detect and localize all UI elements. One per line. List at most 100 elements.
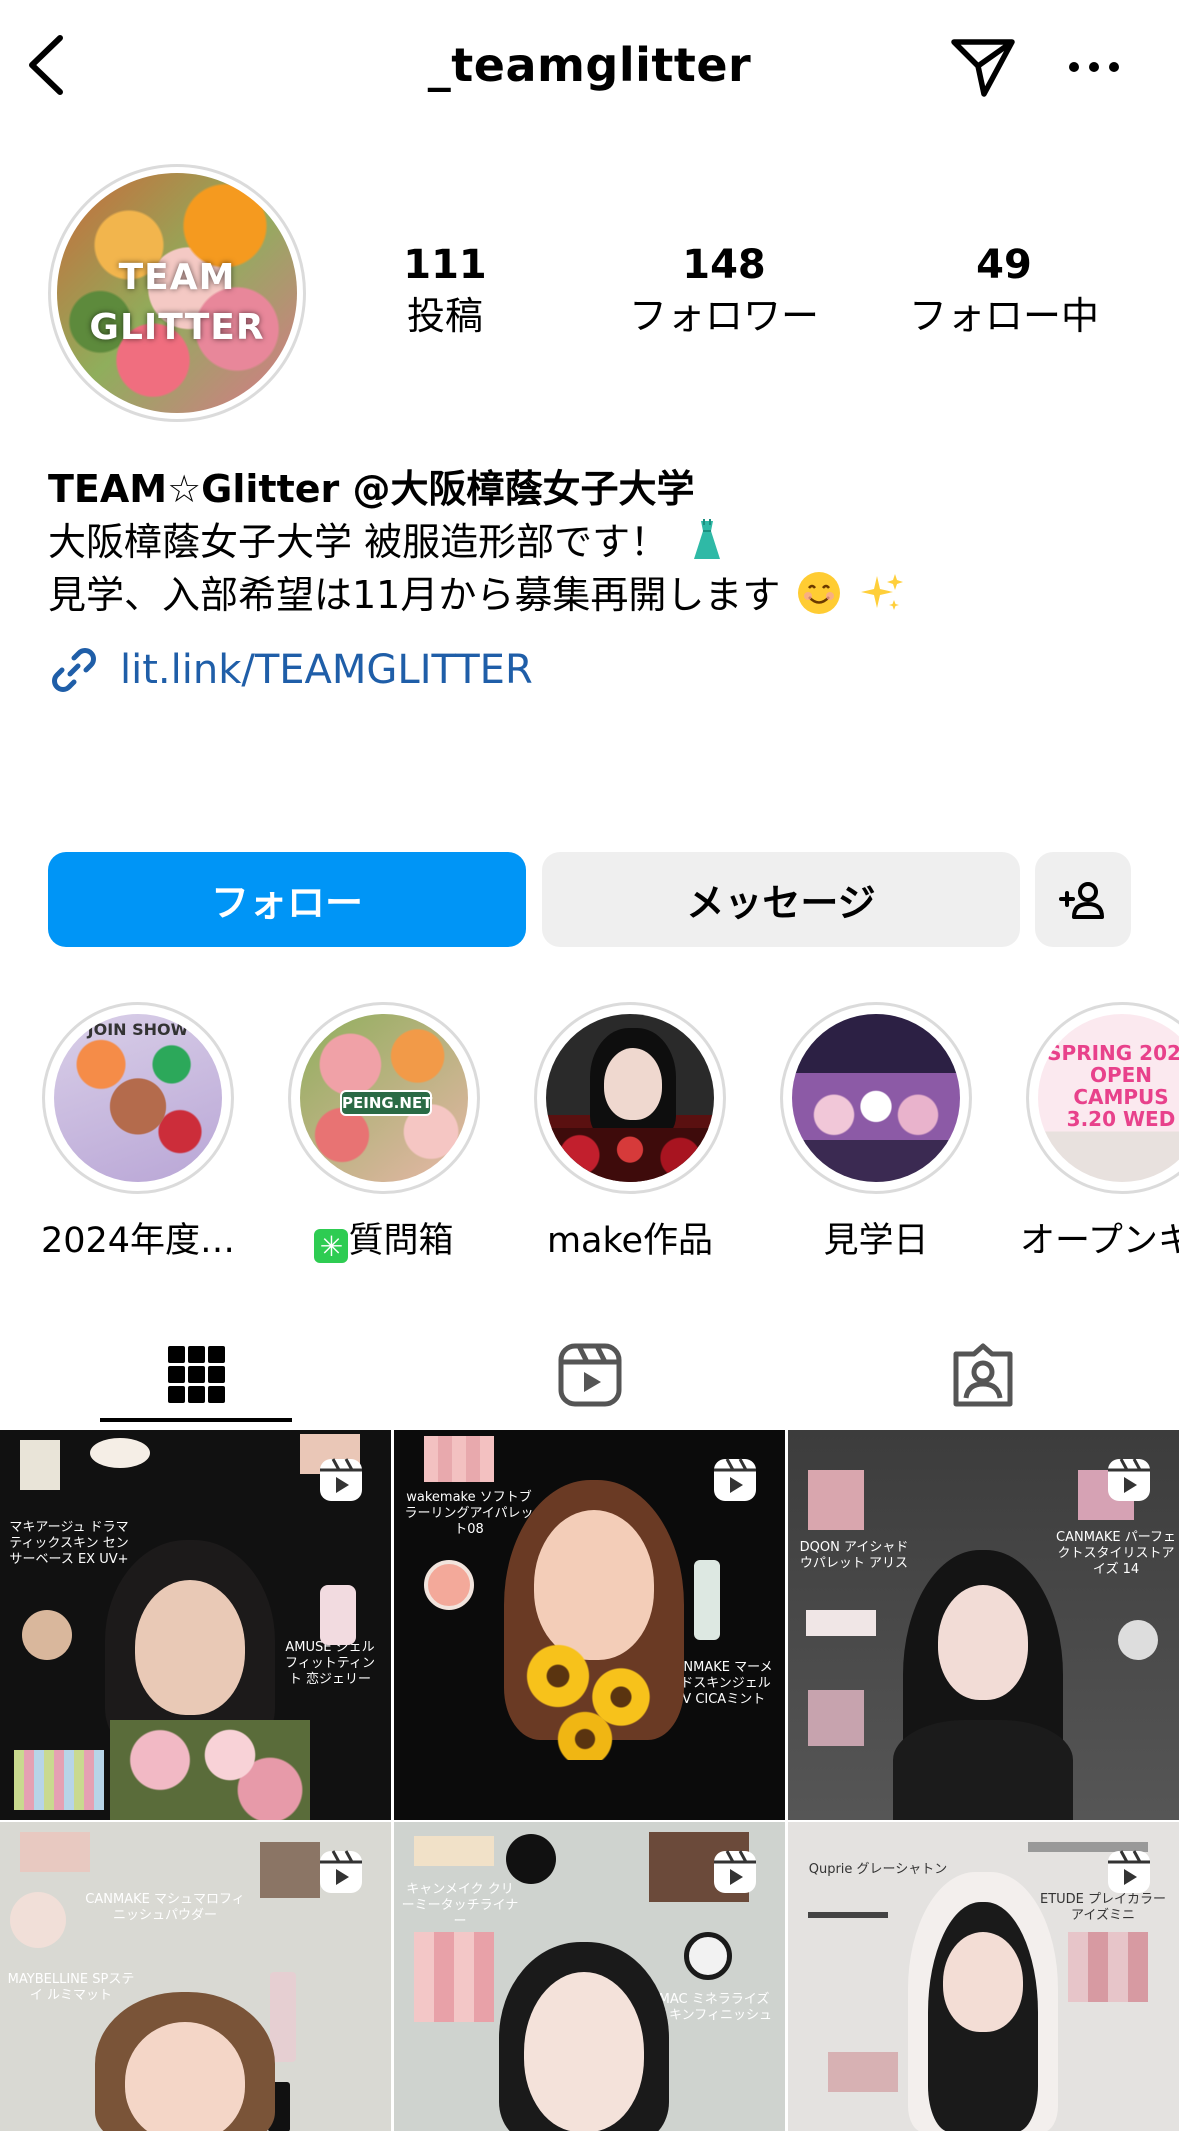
highlight-ring bbox=[534, 1002, 726, 1194]
post-overlay-text: wakemake ソフトブラーリングアイパレット08 bbox=[404, 1490, 534, 1537]
grid-post[interactable]: CANMAKE マシュマロフィニッシュパウダー MAYBELLINE SPステイ… bbox=[0, 1822, 391, 2131]
reel-badge-icon bbox=[320, 1458, 362, 1501]
bio-line-1: 大阪樟蔭女子大学 被服造形部です！ bbox=[48, 515, 730, 569]
highlight-label: オープンキ bbox=[1020, 1221, 1179, 1261]
more-options-button[interactable] bbox=[1064, 40, 1124, 90]
follow-button[interactable]: フォロー bbox=[48, 852, 526, 947]
posts-count[interactable]: 111 投稿 bbox=[325, 240, 565, 342]
post-overlay-text: マキアージュ ドラマティックスキン センサーベース EX UV+ bbox=[9, 1520, 129, 1567]
grid-post[interactable]: DQON アイシャドウパレット アリス CANMAKE パーフェクトスタイリスト… bbox=[788, 1430, 1179, 1820]
bio-text: 見学、入部希望は11月から募集再開します bbox=[48, 573, 781, 617]
reels-icon bbox=[558, 1343, 621, 1407]
highlight-question-box[interactable]: PEING.NET ✳ 質問箱 bbox=[284, 1002, 484, 1263]
profile-avatar[interactable]: TEAM GLITTER bbox=[48, 164, 306, 422]
post-overlay-text: キャンメイク クリーミータッチライナー bbox=[401, 1882, 519, 1929]
post-product-swatch bbox=[684, 1932, 732, 1980]
highlight-label-text: 質問箱 bbox=[348, 1221, 454, 1261]
highlight-label: 見学日 bbox=[823, 1221, 929, 1261]
cover-flowers bbox=[546, 1128, 714, 1182]
post-product-swatch bbox=[90, 1438, 150, 1468]
post-person-face bbox=[938, 1585, 1028, 1700]
reel-badge-icon bbox=[714, 1458, 756, 1501]
post-person-face bbox=[125, 2022, 245, 2131]
grid-icon bbox=[167, 1346, 225, 1403]
stat-value: 49 bbox=[976, 242, 1032, 288]
post-product-swatch bbox=[808, 1470, 864, 1530]
post-product-swatch bbox=[260, 1842, 320, 1898]
send-message-button[interactable] bbox=[948, 32, 1018, 102]
post-product-swatch bbox=[424, 1560, 474, 1610]
grid-post[interactable]: wakemake ソフトブラーリングアイパレット08 CANMAKE マーメイド… bbox=[394, 1430, 785, 1820]
highlight-open-campus[interactable]: SPRING 2024 OPEN CAMPUS 3.20 WED オープンキ bbox=[1020, 1002, 1179, 1263]
post-product-swatch bbox=[320, 1585, 356, 1645]
dress-emoji-icon bbox=[694, 519, 721, 559]
highlight-label: 2024年度… bbox=[40, 1221, 236, 1261]
ellipsis-icon bbox=[1069, 62, 1119, 72]
bio-line-2: 見学、入部希望は11月から募集再開します bbox=[48, 568, 905, 622]
post-overlay-text: DQON アイシャドウパレット アリス bbox=[799, 1540, 909, 1571]
post-product-swatch bbox=[20, 1832, 90, 1872]
grid-post[interactable]: Quprie グレーシャトン ETUDE プレイカラーアイズミニ bbox=[788, 1822, 1179, 2131]
highlight-ring bbox=[780, 1002, 972, 1194]
post-overlay-text: MAC ミネラライズ スキンフィニッシュ bbox=[656, 1992, 772, 2023]
post-product-swatch bbox=[806, 1610, 876, 1636]
stat-value: 148 bbox=[682, 242, 766, 288]
highlight-cover-caption: SPRING 2024 OPEN CAMPUS 3.20 WED bbox=[1047, 1041, 1179, 1131]
post-person-face bbox=[943, 1932, 1023, 2032]
avatar-image: TEAM GLITTER bbox=[57, 173, 297, 413]
cover-face bbox=[604, 1048, 662, 1120]
highlight-cover: JOIN SHOW bbox=[54, 1014, 222, 1182]
stat-label: フォロワー bbox=[628, 294, 819, 338]
reel-badge-icon bbox=[320, 1850, 362, 1893]
post-product-swatch bbox=[506, 1834, 556, 1884]
suggested-users-button[interactable] bbox=[1035, 852, 1131, 947]
highlight-visit-day[interactable]: 見学日 bbox=[776, 1002, 976, 1263]
post-overlay-text: CANMAKE マシュマロフィニッシュパウダー bbox=[85, 1892, 245, 1923]
highlight-ring: SPRING 2024 OPEN CAMPUS 3.20 WED bbox=[1026, 1002, 1179, 1194]
top-bar: _teamglitter bbox=[0, 0, 1179, 130]
highlight-cover-caption: JOIN SHOW bbox=[87, 1020, 189, 1039]
post-product-swatch bbox=[1068, 1932, 1148, 2002]
followers-count[interactable]: 148 フォロワー bbox=[604, 240, 844, 342]
post-overlay-text: AMUSE ジェルフィットティント 恋ジェリー bbox=[285, 1640, 375, 1687]
post-product-swatch bbox=[10, 1892, 66, 1948]
reel-badge-icon bbox=[1108, 1458, 1150, 1501]
post-product-swatch bbox=[414, 1836, 494, 1866]
link-icon bbox=[52, 648, 96, 692]
post-overlay-text: CANMAKE パーフェクトスタイリストアイズ 14 bbox=[1056, 1530, 1176, 1577]
bio-text: 大阪樟蔭女子大学 被服造形部です！ bbox=[48, 520, 669, 564]
highlight-cover: SPRING 2024 OPEN CAMPUS 3.20 WED bbox=[1038, 1014, 1179, 1182]
tab-tagged[interactable] bbox=[786, 1320, 1179, 1430]
post-overlay-text: Quprie グレーシャトン bbox=[808, 1862, 948, 1877]
highlight-ring: PEING.NET bbox=[288, 1002, 480, 1194]
post-product-swatch bbox=[424, 1436, 494, 1482]
grid-post[interactable]: マキアージュ ドラマティックスキン センサーベース EX UV+ AMUSE ジ… bbox=[0, 1430, 391, 1820]
post-product-swatch bbox=[414, 1932, 494, 2022]
highlight-make-works[interactable]: make作品 bbox=[530, 1002, 730, 1263]
link-text[interactable]: lit.link/TEAMGLITTER bbox=[120, 647, 533, 693]
profile-display-name: TEAM☆Glitter @大阪樟蔭女子大学 bbox=[48, 467, 695, 511]
highlight-label: make作品 bbox=[546, 1221, 714, 1261]
highlight-cover: PEING.NET bbox=[300, 1014, 468, 1182]
post-product-swatch bbox=[14, 1750, 104, 1810]
stat-label: 投稿 bbox=[406, 294, 483, 338]
tab-reels[interactable] bbox=[393, 1320, 786, 1430]
grid-post[interactable]: キャンメイク クリーミータッチライナー MAC ミネラライズ スキンフィニッシュ bbox=[394, 1822, 785, 2131]
post-product-swatch bbox=[694, 1560, 720, 1640]
profile-link[interactable]: lit.link/TEAMGLITTER bbox=[48, 640, 533, 700]
tagged-person-icon bbox=[953, 1343, 1012, 1407]
post-overlay-text: MAYBELLINE SPステイ ルミマット bbox=[7, 1972, 135, 2003]
post-person-face bbox=[135, 1580, 245, 1715]
post-product-swatch bbox=[808, 1912, 888, 1918]
following-count[interactable]: 49 フォロー中 bbox=[884, 240, 1124, 342]
add-person-icon bbox=[1059, 881, 1104, 919]
tab-posts-grid[interactable] bbox=[0, 1320, 393, 1430]
post-product-swatch bbox=[828, 2052, 898, 2092]
smiling-face-emoji-icon bbox=[798, 572, 841, 614]
message-button[interactable]: メッセージ bbox=[542, 852, 1020, 947]
sparkles-emoji-icon bbox=[860, 574, 903, 610]
highlight-ring: JOIN SHOW bbox=[42, 1002, 234, 1194]
reel-badge-icon bbox=[1108, 1850, 1150, 1893]
highlight-2024[interactable]: JOIN SHOW 2024年度… bbox=[38, 1002, 238, 1263]
post-person-face bbox=[524, 1972, 644, 2131]
